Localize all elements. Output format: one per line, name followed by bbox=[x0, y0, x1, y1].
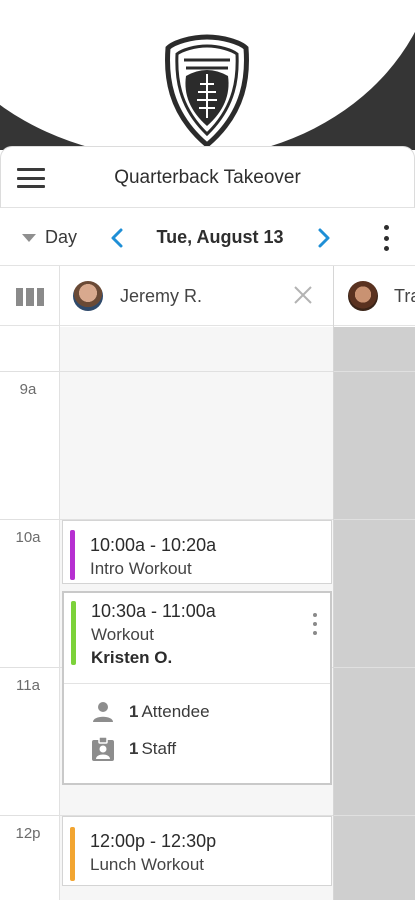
hour-label: 12p bbox=[15, 825, 41, 842]
attendee-count-row: 1 Attendee bbox=[91, 701, 210, 723]
chevron-left-icon[interactable] bbox=[108, 227, 126, 249]
app-bar: Quarterback Takeover bbox=[0, 146, 415, 208]
staff-name: Tra bbox=[394, 286, 415, 306]
staff-badge-icon bbox=[92, 736, 114, 761]
schedule-grid: 9a 10a 11a 12p 10:00a - 10:20a Intro Wor… bbox=[0, 327, 415, 900]
attendee-label: Attendee bbox=[141, 702, 210, 721]
event-color-bar bbox=[70, 827, 75, 881]
divider bbox=[64, 683, 330, 684]
gutter-divider bbox=[59, 266, 60, 900]
hour-label: 11a bbox=[16, 677, 40, 694]
person-icon bbox=[93, 702, 113, 722]
avatar bbox=[348, 281, 378, 311]
more-options-icon[interactable] bbox=[381, 225, 391, 251]
caret-down-icon bbox=[22, 233, 36, 242]
chevron-right-icon[interactable] bbox=[315, 227, 333, 249]
event-color-bar bbox=[71, 601, 76, 665]
hero-header bbox=[0, 0, 415, 150]
view-mode-dropdown[interactable]: Day bbox=[22, 227, 77, 248]
event-name: Intro Workout bbox=[90, 559, 192, 578]
event-name: Workout bbox=[91, 625, 154, 644]
event-client: Kristen O. bbox=[91, 648, 173, 667]
event-name: Lunch Workout bbox=[90, 855, 205, 874]
hour-gridline bbox=[0, 371, 415, 372]
event-card[interactable]: 10:00a - 10:20a Intro Workout bbox=[62, 520, 332, 584]
column-divider bbox=[333, 266, 334, 900]
view-mode-label: Day bbox=[45, 227, 78, 247]
close-icon[interactable] bbox=[292, 284, 314, 306]
staff-count-row: 1 Staff bbox=[91, 736, 176, 762]
app-title: Quarterback Takeover bbox=[114, 167, 301, 188]
event-time: 12:00p - 12:30p bbox=[90, 831, 217, 851]
attendee-count: 1 bbox=[129, 702, 139, 721]
hour-label: 10a bbox=[15, 529, 41, 546]
staff-label: Staff bbox=[141, 739, 177, 758]
date-toolbar: Day Tue, August 13 bbox=[0, 209, 415, 266]
event-color-bar bbox=[70, 530, 75, 580]
current-date: Tue, August 13 bbox=[156, 227, 284, 247]
hour-label: 9a bbox=[19, 381, 37, 398]
staff-count: 1 bbox=[129, 739, 139, 758]
columns-view-icon[interactable] bbox=[16, 288, 44, 306]
event-card-expanded[interactable]: 10:30a - 11:00a Workout Kristen O. 1 Atte… bbox=[62, 591, 332, 785]
event-card[interactable]: 12:00p - 12:30p Lunch Workout bbox=[62, 816, 332, 886]
team-shield-logo-icon bbox=[165, 34, 249, 148]
staff-column-header: Jeremy R. bbox=[60, 266, 334, 326]
event-time: 10:00a - 10:20a bbox=[90, 535, 217, 555]
avatar bbox=[73, 281, 103, 311]
staff-name: Jeremy R. bbox=[120, 286, 203, 306]
event-more-options-icon[interactable] bbox=[311, 613, 319, 635]
staff-column-header: Tra bbox=[334, 266, 415, 326]
event-time: 10:30a - 11:00a bbox=[91, 601, 216, 621]
